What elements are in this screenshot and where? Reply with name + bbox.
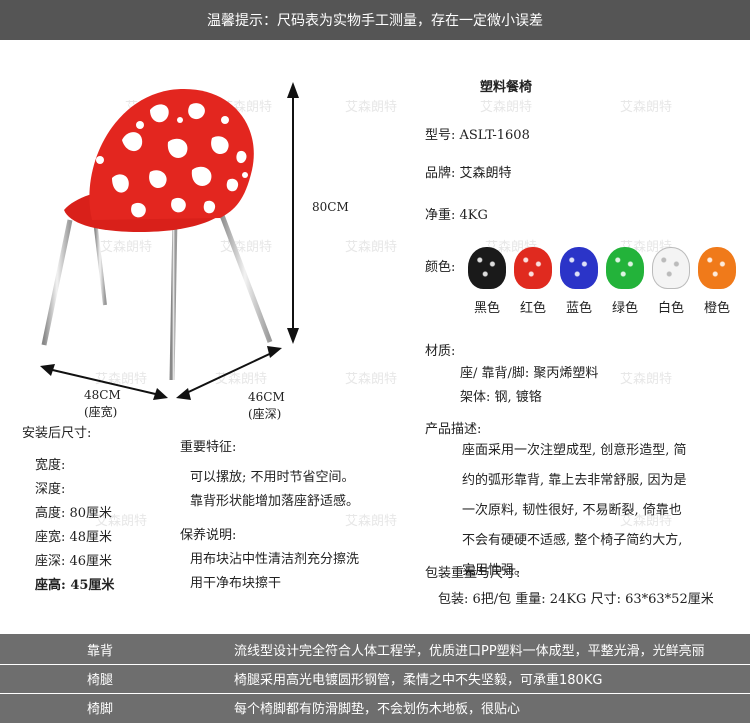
model: 型号: ASLT-1608 xyxy=(425,128,530,143)
height-label: 80CM xyxy=(312,200,349,214)
feature-value: 流线型设计完全符合人体工程学，优质进口PP塑料一体成型，平整光滑，光鲜亮丽 xyxy=(234,644,705,659)
pack-title: 包装重量与尺寸: xyxy=(425,566,521,581)
chair-illustration xyxy=(40,82,299,400)
install-row: 座深: 46厘米 xyxy=(35,554,113,569)
color-swatch-red[interactable]: 红色 xyxy=(514,247,552,316)
net-weight: 净重: 4KG xyxy=(425,208,488,223)
brand: 品牌: 艾森朗特 xyxy=(425,166,512,181)
chair-thumb-icon xyxy=(698,247,736,289)
feature-key: 椅脚 xyxy=(86,702,113,717)
color-swatches: 黑色 红色 蓝色 绿色 白色 橙色 xyxy=(468,247,736,316)
chair-thumb-icon xyxy=(468,247,506,289)
watermark: 艾森朗特 xyxy=(620,372,673,387)
chair-thumb-icon xyxy=(560,247,598,289)
watermark: 艾森朗特 xyxy=(345,514,398,529)
material-seat: 座/ 靠背/脚: 聚丙烯塑料 xyxy=(460,366,599,381)
chair-thumb-icon xyxy=(652,247,690,289)
care-title: 保养说明: xyxy=(180,528,237,543)
color-swatch-white[interactable]: 白色 xyxy=(652,247,690,316)
color-title: 颜色: xyxy=(425,260,456,275)
install-row: 高度: 80厘米 xyxy=(35,506,113,521)
color-swatch-blue[interactable]: 蓝色 xyxy=(560,247,598,316)
features-title: 重要特征: xyxy=(180,440,237,455)
care-item: 用布块沾中性清洁剂充分擦洗 xyxy=(190,552,360,567)
install-row: 座高: 45厘米 xyxy=(35,578,115,593)
chair-thumb-icon xyxy=(606,247,644,289)
material-title: 材质: xyxy=(425,344,456,359)
install-row: 座宽: 48厘米 xyxy=(35,530,113,545)
feature-item: 靠背形状能增加落座舒适感。 xyxy=(190,494,360,509)
watermark: 艾森朗特 xyxy=(480,100,533,115)
width-note: (座宽) xyxy=(84,405,118,419)
chair-thumb-icon xyxy=(514,247,552,289)
product-name: 塑料餐椅 xyxy=(480,80,533,95)
feature-bar: 靠背 流线型设计完全符合人体工程学，优质进口PP塑料一体成型，平整光滑，光鲜亮丽… xyxy=(0,634,750,723)
feature-row: 靠背 流线型设计完全符合人体工程学，优质进口PP塑料一体成型，平整光滑，光鲜亮丽 xyxy=(0,636,750,663)
notice-bar: 温馨提示：尺码表为实物手工测量，存在一定微小误差 xyxy=(0,0,750,40)
feature-item: 可以摞放; 不用时节省空间。 xyxy=(190,470,355,485)
color-swatch-black[interactable]: 黑色 xyxy=(468,247,506,316)
material-frame: 架体: 钢, 镀铬 xyxy=(460,390,542,405)
feature-value: 椅腿采用高光电镀圆形钢管，柔情之中不失坚毅，可承重180KG xyxy=(234,673,603,688)
feature-key: 靠背 xyxy=(86,644,113,659)
depth-label: 46CM xyxy=(248,390,285,404)
notice-text: 温馨提示：尺码表为实物手工测量，存在一定微小误差 xyxy=(207,13,543,29)
install-row: 深度: xyxy=(35,482,66,497)
desc-title: 产品描述: xyxy=(425,422,482,437)
care-item: 用干净布块擦干 xyxy=(190,576,282,591)
install-title: 安装后尺寸: xyxy=(22,426,92,441)
install-row: 宽度: xyxy=(35,458,66,473)
watermark: 艾森朗特 xyxy=(620,100,673,115)
feature-value: 每个椅脚都有防滑脚垫，不会划伤木地板，很贴心 xyxy=(234,702,521,717)
feature-row: 椅脚 每个椅脚都有防滑脚垫，不会划伤木地板，很贴心 xyxy=(0,694,750,721)
color-swatch-orange[interactable]: 橙色 xyxy=(698,247,736,316)
width-label: 48CM xyxy=(84,388,121,402)
pack-detail: 包装: 6把/包 重量: 24KG 尺寸: 63*63*52厘米 xyxy=(438,592,714,607)
feature-row: 椅腿 椅腿采用高光电镀圆形钢管，柔情之中不失坚毅，可承重180KG xyxy=(0,665,750,692)
color-swatch-green[interactable]: 绿色 xyxy=(606,247,644,316)
depth-note: (座深) xyxy=(248,407,282,421)
feature-key: 椅腿 xyxy=(86,673,113,688)
